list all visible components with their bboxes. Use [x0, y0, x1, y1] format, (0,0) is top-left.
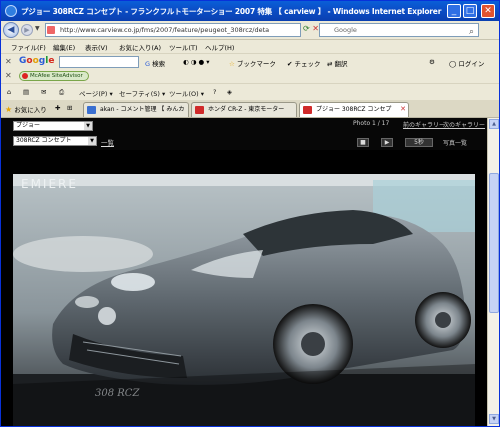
gallery-header: プジョー ▼ 308RCZ コンセプト ▼ 一覧 Photo 1 / 17 前のギャ…: [1, 118, 487, 150]
search-icon[interactable]: ⌕: [469, 26, 474, 38]
tab-favicon: [303, 106, 312, 114]
feeds-icon[interactable]: ▤: [23, 88, 29, 96]
close-toolbar-icon[interactable]: ✕: [5, 57, 12, 66]
interval-select[interactable]: 5秒: [405, 138, 433, 147]
search-input[interactable]: Google ⌕: [319, 23, 479, 37]
safety-menu[interactable]: セーフティ(S) ▾: [119, 88, 165, 98]
page-menu[interactable]: ページ(P) ▾: [79, 88, 113, 98]
wrench-icon[interactable]: ⚙: [429, 58, 435, 66]
scroll-down-button[interactable]: ▼: [489, 414, 499, 424]
photo-list-link[interactable]: 写真一覧: [443, 138, 467, 147]
user-icon: ◯: [449, 60, 457, 68]
menu-file[interactable]: ファイル(F): [11, 42, 46, 52]
maker-select[interactable]: プジョー ▼: [13, 121, 93, 131]
minimize-button[interactable]: _: [447, 4, 461, 18]
backdrop-text: EMIERE: [21, 177, 78, 191]
title-bar: プジョー 308RCZ コンセプト - フランクフルトモーターショー 2007 …: [1, 1, 499, 21]
check-icon: ✔: [287, 60, 293, 68]
ie-icon: [5, 5, 17, 17]
menu-view[interactable]: 表示(V): [85, 42, 108, 52]
tab-label: プジョー 308RCZ コンセプ: [316, 106, 392, 113]
google-logo: Google: [19, 56, 55, 66]
mcafee-siteadvisor-button[interactable]: McAfee SiteAdvisor: [19, 71, 89, 81]
translate-button[interactable]: ⇄ 翻訳: [327, 58, 348, 68]
next-gallery-link[interactable]: 次のギャラリー: [443, 120, 485, 129]
star-icon: ☆: [229, 60, 235, 68]
close-toolbar-icon[interactable]: ✕: [5, 71, 12, 80]
menu-favorites[interactable]: お気に入り(A): [119, 42, 161, 52]
add-favorite-icon[interactable]: ✚: [55, 104, 60, 112]
scroll-thumb[interactable]: [489, 173, 499, 313]
window-title: プジョー 308RCZ コンセプト - フランクフルトモーターショー 2007 …: [21, 7, 442, 16]
forward-button[interactable]: ▶: [21, 24, 33, 36]
research-icon[interactable]: ◈: [227, 88, 232, 96]
tab-favicon: [87, 106, 96, 114]
list-link[interactable]: 一覧: [101, 137, 114, 147]
command-bar: ⌂ ▤ ✉ ⎙ ページ(P) ▾ セーフティ(S) ▾ ツール(O) ▾ ? ◈: [1, 83, 499, 100]
refresh-icon[interactable]: ⟳ ✕: [303, 24, 319, 33]
spellcheck-button[interactable]: ✔ チェック: [287, 58, 321, 68]
menu-help[interactable]: ヘルプ(H): [205, 42, 234, 52]
mail-icon[interactable]: ✉: [41, 88, 46, 96]
vertical-scrollbar[interactable]: ▲ ▼: [487, 118, 499, 426]
help-icon[interactable]: ?: [213, 88, 216, 96]
site-favicon: [47, 26, 55, 34]
tools-menu[interactable]: ツール(O) ▾: [169, 88, 204, 98]
menu-bar: ファイル(F) 編集(E) 表示(V) お気に入り(A) ツール(T) ヘルプ(…: [1, 40, 499, 53]
car-photo: EMIERE 308 RCZ: [13, 174, 475, 426]
toolbar-icons[interactable]: ◐ ◑ ● ▾: [183, 58, 209, 66]
menu-tools[interactable]: ツール(T): [169, 42, 198, 52]
chevron-down-icon: ▼: [88, 137, 96, 145]
search-provider-label: Google: [334, 26, 357, 34]
translate-icon: ⇄: [327, 60, 333, 68]
address-input[interactable]: http://www.carview.co.jp/fms/2007/featur…: [45, 23, 301, 37]
close-tab-icon[interactable]: ✕: [400, 103, 406, 116]
play-button[interactable]: ▶: [381, 138, 393, 147]
favorites-button[interactable]: ★ お気に入り: [5, 104, 47, 114]
search-icon: G: [145, 60, 151, 68]
mcafee-status-icon: [22, 73, 28, 79]
star-icon: ★: [5, 105, 13, 114]
maximize-button[interactable]: □: [463, 4, 477, 18]
tab-favicon: [195, 106, 204, 114]
chevron-down-icon: ▼: [84, 122, 92, 130]
mcafee-toolbar: ✕ McAfee SiteAdvisor: [1, 69, 499, 83]
tab-honda-crz[interactable]: ホンダ CR-Z - 東京モーター: [191, 102, 297, 117]
history-dropdown-icon[interactable]: ▼: [35, 25, 40, 32]
tab-bar: ★ お気に入り ✚ ⊞ akan - コメント管理 【 みんカ ホンダ CR-Z…: [1, 100, 499, 118]
menu-edit[interactable]: 編集(E): [53, 42, 75, 52]
tab-label: ホンダ CR-Z - 東京モーター: [208, 106, 285, 113]
tab-minkara[interactable]: akan - コメント管理 【 みんカ: [83, 102, 189, 117]
close-button[interactable]: ✕: [481, 4, 495, 18]
prev-gallery-link[interactable]: 前のギャラリー: [403, 120, 445, 129]
scroll-up-button[interactable]: ▲: [489, 119, 499, 129]
model-select[interactable]: 308RCZ コンセプト ▼: [13, 136, 97, 146]
back-button[interactable]: ◀: [3, 22, 19, 38]
home-icon[interactable]: ⌂: [7, 88, 11, 96]
browser-window: プジョー 308RCZ コンセプト - フランクフルトモーターショー 2007 …: [0, 0, 500, 427]
address-toolbar: ◀ ▶ ▼ http://www.carview.co.jp/fms/2007/…: [1, 21, 499, 40]
google-search-button[interactable]: G 検索: [145, 58, 165, 68]
tab-label: akan - コメント管理 【 みんカ: [100, 106, 185, 113]
page-content: プジョー ▼ 308RCZ コンセプト ▼ 一覧 Photo 1 / 17 前のギャ…: [1, 118, 487, 426]
print-icon[interactable]: ⎙: [59, 88, 64, 97]
stop-icon[interactable]: ✕: [312, 24, 319, 33]
tab-peugeot-308rcz[interactable]: プジョー 308RCZ コンセプ ✕: [299, 102, 409, 117]
login-button[interactable]: ◯ ログイン: [449, 58, 484, 68]
bookmark-button[interactable]: ☆ ブックマーク: [229, 58, 276, 68]
photo-counter: Photo 1 / 17: [353, 120, 390, 127]
peugeot-308rcz-image: EMIERE 308 RCZ: [13, 174, 475, 426]
stop-button[interactable]: ■: [357, 138, 369, 147]
google-toolbar: ✕ Google G 検索 ◐ ◑ ● ▾ ☆ ブックマーク ✔ チェック ⇄ …: [1, 53, 499, 69]
tab-list-icon[interactable]: ⊞: [67, 104, 72, 112]
google-search-input[interactable]: [59, 56, 139, 68]
